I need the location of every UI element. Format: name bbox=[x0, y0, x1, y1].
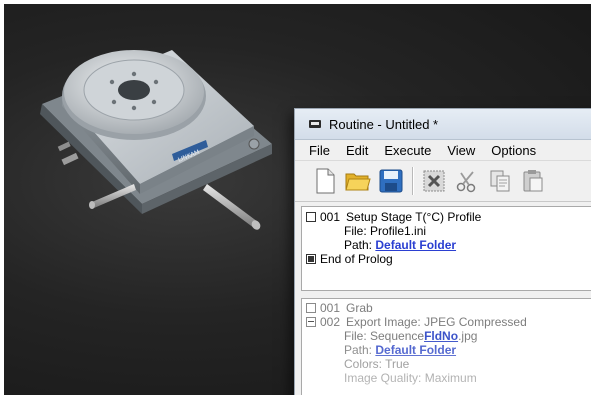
step-label: Grab bbox=[346, 301, 373, 315]
copy-icon bbox=[490, 170, 510, 192]
window-title: Routine - Untitled * bbox=[329, 116, 439, 132]
menu-options[interactable]: Options bbox=[491, 143, 536, 158]
step-file: File: Profile1.ini bbox=[344, 224, 427, 238]
menu-file[interactable]: File bbox=[309, 143, 330, 158]
save-button[interactable] bbox=[377, 166, 405, 196]
step-detail: File: Profile1.ini bbox=[302, 224, 591, 238]
screenshot-frame: LINKAM Routine - Untitled * File Edit Ex… bbox=[4, 4, 591, 395]
step-path-label: Path: bbox=[344, 238, 373, 252]
step-file-ext: .jpg bbox=[458, 329, 478, 343]
step-detail: File: Sequence FldNo .jpg bbox=[302, 329, 591, 343]
step-detail: Colors: True bbox=[302, 357, 591, 371]
cut-scissors-icon bbox=[456, 171, 476, 193]
menu-execute[interactable]: Execute bbox=[384, 143, 431, 158]
window-menu-icon[interactable] bbox=[309, 120, 321, 128]
step-checkbox[interactable] bbox=[306, 212, 316, 222]
toolbar bbox=[295, 161, 591, 202]
cut-button[interactable] bbox=[453, 166, 481, 196]
step-number: 001 bbox=[320, 301, 341, 315]
step-detail: Path: Default Folder bbox=[302, 343, 591, 357]
path-link[interactable]: Default Folder bbox=[375, 238, 456, 252]
end-marker-icon bbox=[306, 254, 316, 264]
menu-view[interactable]: View bbox=[447, 143, 475, 158]
list-item[interactable]: 001 Grab bbox=[302, 301, 591, 315]
path-link[interactable]: Default Folder bbox=[375, 343, 456, 357]
open-folder-icon bbox=[345, 173, 371, 191]
list-item[interactable]: End of Prolog bbox=[302, 252, 591, 266]
delete-button[interactable] bbox=[420, 166, 448, 196]
routine-window[interactable]: Routine - Untitled * File Edit Execute V… bbox=[294, 108, 591, 395]
toolbar-separator bbox=[412, 167, 414, 195]
heating-stage-image: LINKAM bbox=[40, 50, 272, 230]
step-path-label: Path: bbox=[344, 343, 373, 357]
prolog-list[interactable]: 001 Setup Stage T(°C) Profile File: Prof… bbox=[301, 206, 591, 291]
save-disk-icon bbox=[379, 169, 403, 193]
menu-bar: File Edit Execute View Options bbox=[295, 140, 591, 161]
menu-edit[interactable]: Edit bbox=[346, 143, 368, 158]
step-number: 002 bbox=[320, 315, 341, 329]
paste-icon bbox=[523, 170, 543, 192]
open-button[interactable] bbox=[344, 166, 372, 196]
new-file-icon bbox=[316, 168, 335, 194]
step-colors: Colors: True bbox=[344, 357, 410, 371]
step-detail: Path: Default Folder bbox=[302, 238, 591, 252]
delete-icon bbox=[423, 170, 445, 192]
step-quality: Image Quality: Maximum bbox=[344, 371, 477, 385]
step-file-label: File: Sequence bbox=[344, 329, 425, 343]
step-label: Setup Stage T(°C) Profile bbox=[346, 210, 482, 224]
copy-button[interactable] bbox=[486, 166, 514, 196]
list-item[interactable]: 002 Export Image: JPEG Compressed bbox=[302, 315, 591, 329]
step-number: 001 bbox=[320, 210, 341, 224]
step-checkbox[interactable] bbox=[306, 303, 316, 313]
new-button[interactable] bbox=[311, 166, 339, 196]
step-detail: Image Quality: Maximum bbox=[302, 371, 591, 385]
file-variable-link[interactable]: FldNo bbox=[424, 329, 458, 343]
paste-button[interactable] bbox=[519, 166, 547, 196]
title-bar[interactable]: Routine - Untitled * bbox=[295, 109, 591, 140]
step-label: Export Image: JPEG Compressed bbox=[346, 315, 527, 329]
list-item[interactable]: 001 Setup Stage T(°C) Profile bbox=[302, 210, 591, 224]
end-prolog-label: End of Prolog bbox=[320, 252, 393, 266]
routine-list[interactable]: 001 Grab 002 Export Image: JPEG Compress… bbox=[301, 298, 591, 395]
collapse-icon[interactable] bbox=[306, 317, 316, 327]
